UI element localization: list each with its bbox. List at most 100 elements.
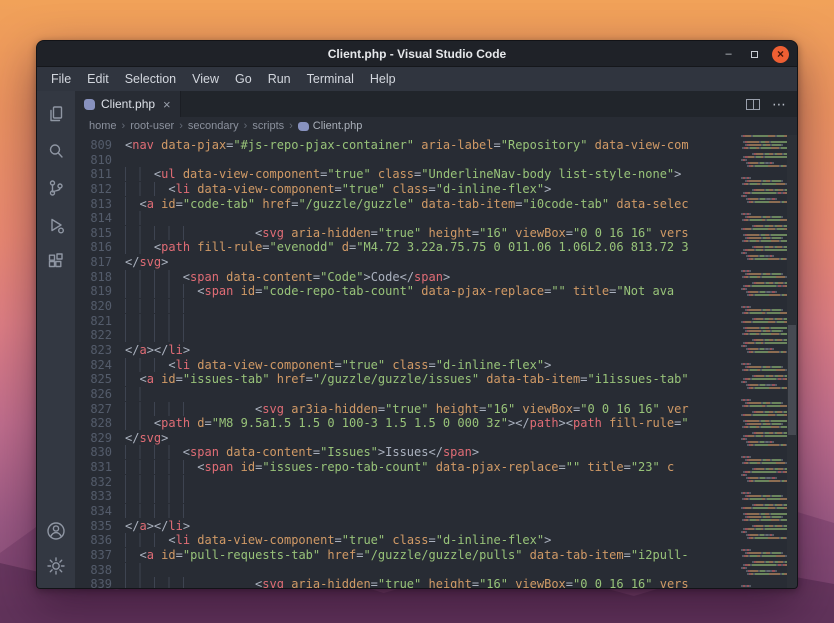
line-number: 824 — [75, 358, 125, 373]
tab-client-php[interactable]: Client.php × — [75, 91, 181, 117]
menu-item-help[interactable]: Help — [362, 69, 404, 89]
code-line: 839 <svg aria-hidden="true" height="16" … — [75, 577, 739, 588]
code-line: 827 <svg ar3ia-hidden="true" height="16"… — [75, 402, 739, 417]
line-number: 829 — [75, 431, 125, 446]
menu-item-file[interactable]: File — [43, 69, 79, 89]
code-line: 809<nav data-pjax="#js-repo-pjax-contain… — [75, 138, 739, 153]
window-titlebar[interactable]: Client.php - Visual Studio Code – × — [37, 41, 797, 67]
code-line: 811 <ul data-view-component="true" class… — [75, 167, 739, 182]
code-line: 824 <li data-view-component="true" class… — [75, 358, 739, 373]
more-actions-icon[interactable]: ⋯ — [772, 96, 787, 113]
line-number: 823 — [75, 343, 125, 358]
line-number: 820 — [75, 299, 125, 314]
maximize-button[interactable] — [746, 46, 763, 63]
code-line: 838 — [75, 563, 739, 578]
code-line: 819 <span id="code-repo-tab-count" data-… — [75, 284, 739, 299]
line-number: 838 — [75, 563, 125, 578]
settings-button[interactable] — [37, 553, 75, 579]
code-line: 815 <svg aria-hidden="true" height="16" … — [75, 226, 739, 241]
editor-pane: 809<nav data-pjax="#js-repo-pjax-contain… — [75, 135, 797, 588]
vscode-window: Client.php - Visual Studio Code – × File… — [36, 40, 798, 589]
code-line: 833 — [75, 489, 739, 504]
minimap[interactable] — [741, 135, 787, 588]
line-number: 811 — [75, 167, 125, 182]
line-number: 810 — [75, 153, 125, 168]
window-title: Client.php - Visual Studio Code — [328, 47, 506, 61]
code-line: 826 — [75, 387, 739, 402]
code-line: 812 <li data-view-component="true" class… — [75, 182, 739, 197]
line-number: 828 — [75, 416, 125, 431]
code-line: 813 <a id="code-tab" href="/guzzle/guzzl… — [75, 197, 739, 212]
menu-item-terminal[interactable]: Terminal — [299, 69, 362, 89]
tab-label: Client.php — [101, 97, 155, 111]
code-line: 818 <span data-content="Code">Code</span… — [75, 270, 739, 285]
git-branch-icon — [46, 178, 66, 198]
breadcrumb-item-client.php[interactable]: Client.php — [298, 120, 363, 132]
maximize-icon — [751, 51, 758, 58]
activity-item-extensions[interactable] — [37, 249, 75, 275]
line-number: 834 — [75, 504, 125, 519]
window-controls: – × — [720, 41, 789, 67]
breadcrumb-item-home[interactable]: home — [89, 120, 117, 132]
code-line: 820 — [75, 299, 739, 314]
code-line: 837 <a id="pull-requests-tab" href="/guz… — [75, 548, 739, 563]
menu-item-go[interactable]: Go — [227, 69, 260, 89]
activity-item-search[interactable] — [37, 138, 75, 164]
code-line: 835</a></li> — [75, 519, 739, 534]
split-editor-icon[interactable] — [746, 99, 760, 110]
menu-item-edit[interactable]: Edit — [79, 69, 117, 89]
breadcrumb-separator: › — [244, 120, 248, 132]
line-number: 819 — [75, 284, 125, 299]
activity-bar — [37, 91, 75, 588]
line-number: 835 — [75, 519, 125, 534]
editor-column: Client.php × ⋯ home › root-user › secondary ›… — [75, 91, 797, 588]
breadcrumb-item-secondary[interactable]: secondary — [188, 120, 239, 132]
line-number: 821 — [75, 314, 125, 329]
close-button[interactable]: × — [772, 46, 789, 63]
line-number: 832 — [75, 475, 125, 490]
scrollbar-thumb[interactable] — [788, 325, 796, 435]
code-editor[interactable]: 809<nav data-pjax="#js-repo-pjax-contain… — [75, 135, 739, 588]
breadcrumb-separator: › — [122, 120, 126, 132]
line-number: 825 — [75, 372, 125, 387]
minimize-button[interactable]: – — [720, 46, 737, 63]
window-body: Client.php × ⋯ home › root-user › secondary ›… — [37, 91, 797, 588]
line-number: 815 — [75, 226, 125, 241]
activity-item-source-control[interactable] — [37, 175, 75, 201]
code-line: 829</svg> — [75, 431, 739, 446]
breadcrumb: home›root-user›secondary›scripts›Client.… — [75, 117, 797, 135]
menu-item-run[interactable]: Run — [260, 69, 299, 89]
breadcrumb-separator: › — [289, 120, 293, 132]
breadcrumb-item-root-user[interactable]: root-user — [130, 120, 174, 132]
line-number: 836 — [75, 533, 125, 548]
menu-item-view[interactable]: View — [184, 69, 227, 89]
line-number: 809 — [75, 138, 125, 153]
code-line: 834 — [75, 504, 739, 519]
activity-item-run-debug[interactable] — [37, 212, 75, 238]
activity-item-explorer[interactable] — [37, 101, 75, 127]
editor-tab-bar: Client.php × ⋯ — [75, 91, 797, 117]
line-number: 816 — [75, 240, 125, 255]
run-debug-icon — [46, 215, 66, 235]
activity-bar-bottom — [37, 518, 75, 588]
scrollbar[interactable] — [787, 135, 797, 588]
line-number: 817 — [75, 255, 125, 270]
code-line: 822 — [75, 328, 739, 343]
code-line: 817</svg> — [75, 255, 739, 270]
accounts-button[interactable] — [37, 518, 75, 544]
line-number: 813 — [75, 197, 125, 212]
code-line: 836 <li data-view-component="true" class… — [75, 533, 739, 548]
code-line: 830 <span data-content="Issues">Issues</… — [75, 445, 739, 460]
code-line: 821 — [75, 314, 739, 329]
code-line: 825 <a id="issues-tab" href="/guzzle/guz… — [75, 372, 739, 387]
code-line: 816 <path fill-rule="evenodd" d="M4.72 3… — [75, 240, 739, 255]
php-file-icon — [84, 99, 95, 110]
line-number: 812 — [75, 182, 125, 197]
menu-item-selection[interactable]: Selection — [117, 69, 184, 89]
breadcrumb-item-scripts[interactable]: scripts — [252, 120, 284, 132]
line-number: 833 — [75, 489, 125, 504]
line-number: 831 — [75, 460, 125, 475]
tab-close-icon[interactable]: × — [163, 98, 171, 111]
files-icon — [46, 104, 66, 124]
line-number: 818 — [75, 270, 125, 285]
